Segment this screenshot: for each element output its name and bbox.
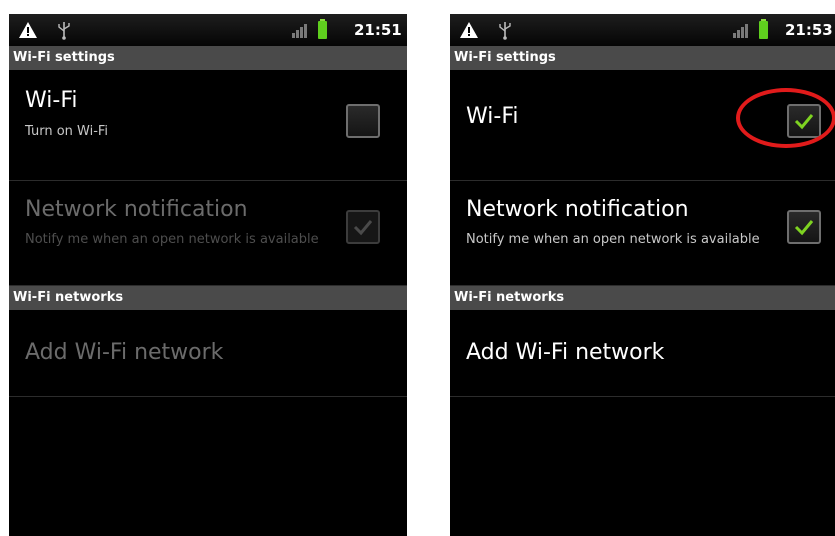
signal-icon	[733, 22, 751, 38]
network-notification-checkbox[interactable]	[346, 210, 380, 244]
status-bar: 21:51	[9, 14, 407, 46]
phone-screen-after: 21:53 Wi-Fi settings Wi-Fi Network notif…	[450, 14, 835, 536]
usb-icon	[58, 22, 70, 40]
wifi-subtitle: Turn on Wi-Fi	[25, 124, 109, 139]
clock: 21:51	[354, 21, 402, 39]
highlight-circle-annotation	[736, 88, 835, 148]
section-header-wifi-settings: Wi-Fi settings	[450, 46, 835, 70]
add-wifi-network-title: Add Wi-Fi network	[25, 340, 224, 365]
battery-icon	[759, 19, 768, 39]
network-notification-subtitle: Notify me when an open network is availa…	[466, 232, 760, 247]
network-notification-row[interactable]: Network notification Notify me when an o…	[9, 181, 407, 286]
check-icon	[353, 220, 373, 236]
section-header-wifi-settings: Wi-Fi settings	[9, 46, 407, 70]
network-notification-row[interactable]: Network notification Notify me when an o…	[450, 181, 835, 286]
check-icon	[794, 220, 814, 236]
network-notification-title: Network notification	[25, 197, 248, 222]
status-bar: 21:53	[450, 14, 835, 46]
wifi-title: Wi-Fi	[25, 88, 78, 113]
clock: 21:53	[785, 21, 833, 39]
network-notification-subtitle: Notify me when an open network is availa…	[25, 232, 319, 247]
wifi-checkbox[interactable]	[346, 104, 380, 138]
wifi-title: Wi-Fi	[466, 104, 519, 129]
network-notification-checkbox[interactable]	[787, 210, 821, 244]
add-wifi-network-title: Add Wi-Fi network	[466, 340, 665, 365]
signal-icon	[292, 22, 310, 38]
add-wifi-network-row[interactable]: Add Wi-Fi network	[9, 310, 407, 397]
phone-screen-before: 21:51 Wi-Fi settings Wi-Fi Turn on Wi-Fi…	[9, 14, 407, 536]
usb-icon	[499, 22, 511, 40]
section-header-wifi-networks: Wi-Fi networks	[450, 286, 835, 310]
section-header-wifi-networks: Wi-Fi networks	[9, 286, 407, 310]
warning-icon	[19, 22, 37, 38]
add-wifi-network-row[interactable]: Add Wi-Fi network	[450, 310, 835, 397]
battery-icon	[318, 19, 327, 39]
warning-icon	[460, 22, 478, 38]
wifi-toggle-row[interactable]: Wi-Fi Turn on Wi-Fi	[9, 70, 407, 181]
network-notification-title: Network notification	[466, 197, 689, 222]
